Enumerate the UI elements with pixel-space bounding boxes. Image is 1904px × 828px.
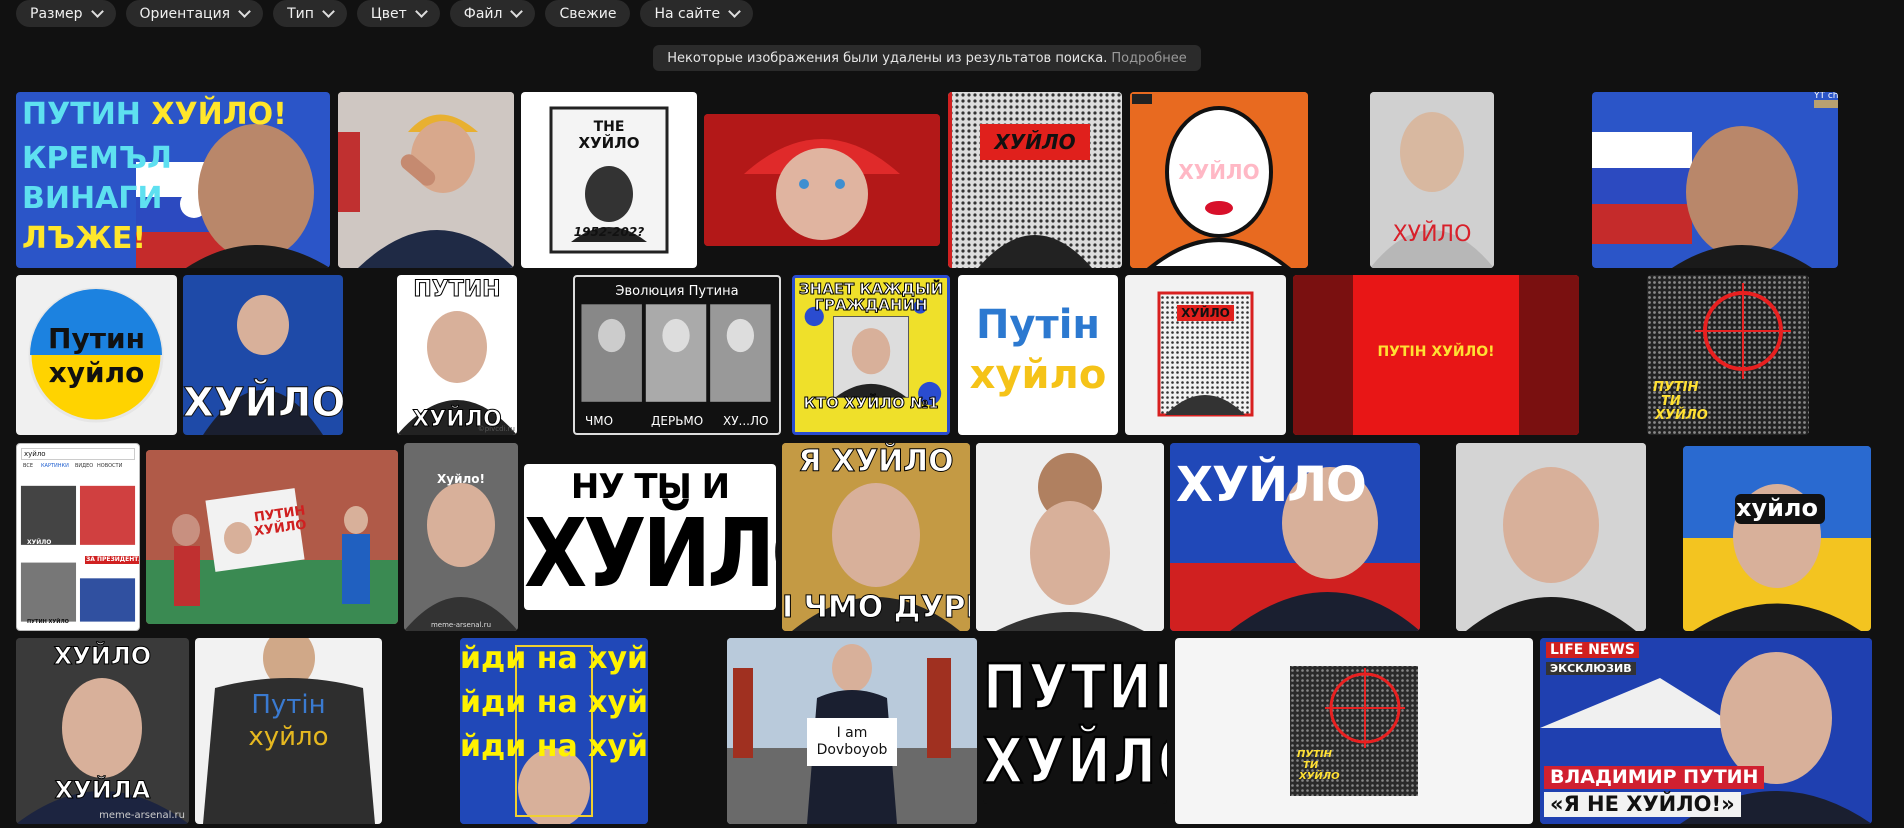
- filter-orientation[interactable]: Ориентация: [125, 0, 264, 27]
- image-thumbnail: [948, 92, 1122, 268]
- image-result[interactable]: THE ХУЙЛО 1952-202?: [521, 92, 697, 268]
- image-result[interactable]: LIFE NEWS ЭКСКЛЮЗИВ ВЛАДИМИР ПУТИН «Я НЕ…: [1540, 638, 1872, 824]
- image-result[interactable]: йди на хуй йди на хуй йди на хуй: [460, 638, 648, 824]
- chevron-down-icon: [90, 5, 104, 18]
- image-result[interactable]: ЗНАЕТ КАЖДЫЙ ГРАЖДАНИН КТО ХУЙЛО №1: [792, 275, 950, 435]
- image-thumbnail: [28, 287, 164, 423]
- image-result[interactable]: ХУЙЛО: [1170, 443, 1420, 631]
- image-result[interactable]: Путін хуйло: [958, 275, 1118, 435]
- image-result[interactable]: [976, 443, 1164, 631]
- image-result[interactable]: НУ ТЫ И ХУЙЛО: [524, 464, 776, 610]
- image-result[interactable]: ХУЙЛО: [183, 275, 343, 435]
- image-result[interactable]: ХУЙЛО: [948, 92, 1122, 268]
- image-thumbnail: [1290, 666, 1418, 796]
- image-result[interactable]: Хуйло! mеmе-arsenal.ru: [404, 443, 518, 631]
- image-thumbnail: [1157, 291, 1254, 417]
- image-result[interactable]: ПУТІН ТИ ХУЙЛО: [1647, 275, 1809, 435]
- filter-file[interactable]: Файл: [449, 0, 536, 27]
- filter-size[interactable]: Размер: [16, 0, 116, 27]
- filter-type[interactable]: Тип: [273, 0, 347, 27]
- image-thumbnail: [1592, 100, 1838, 268]
- image-result[interactable]: YT channel: [1592, 92, 1838, 268]
- image-result[interactable]: Путін хуйло: [195, 638, 382, 824]
- image-result[interactable]: ПУТИН ХУЙЛО! КРЕМЪЛ ВИНАГИ ЛЪЖЕ!: [16, 92, 330, 268]
- image-result[interactable]: Путин хуйло: [16, 275, 177, 435]
- chevron-down-icon: [728, 5, 742, 18]
- notice-more-link[interactable]: Подробнее: [1111, 51, 1186, 66]
- image-result[interactable]: [338, 92, 514, 268]
- image-result[interactable]: ПУТИН ХУЙЛО: [146, 450, 398, 624]
- image-thumbnail: [1683, 446, 1871, 631]
- image-result[interactable]: ХУЙЛО: [1130, 92, 1308, 268]
- image-result[interactable]: ПУТИН ХУЙЛО ©pivcdi.ru: [397, 275, 517, 435]
- filter-color[interactable]: Цвет: [356, 0, 440, 27]
- image-result[interactable]: хуйло: [1683, 446, 1871, 631]
- image-thumbnail: [704, 114, 940, 246]
- image-result[interactable]: [704, 114, 940, 246]
- notice-text: Некоторые изображения были удалены из ре…: [667, 50, 1108, 66]
- image-thumbnail: [581, 304, 771, 402]
- image-thumbnail: [976, 443, 1164, 631]
- image-result[interactable]: ПУТИН ХУЙЛО: [983, 660, 1167, 804]
- filter-on-site[interactable]: На сайте: [640, 0, 754, 27]
- image-thumbnail: [1456, 443, 1646, 631]
- image-thumbnail: [20, 485, 136, 622]
- image-result[interactable]: ПУТІН ХУЙЛО!: [1293, 275, 1579, 435]
- image-result[interactable]: ХУЙЛО: [1125, 275, 1286, 435]
- chevron-down-icon: [510, 5, 524, 18]
- image-result[interactable]: [1456, 443, 1646, 631]
- image-thumbnail: [338, 92, 514, 268]
- image-result[interactable]: I am Dovboyob: [727, 638, 977, 824]
- chevron-down-icon: [414, 5, 428, 18]
- image-result[interactable]: хуйло ВСЕ КАРТИНКИ ВИДЕО НОВОСТИ ХУЙЛО З…: [16, 443, 140, 631]
- removed-results-notice: Некоторые изображения были удалены из ре…: [653, 45, 1201, 71]
- filter-fresh[interactable]: Свежие: [545, 0, 631, 27]
- image-result[interactable]: ПУТІН ТИ ХУЙЛО: [1175, 638, 1533, 824]
- chevron-down-icon: [238, 5, 251, 18]
- image-result[interactable]: Эволюция Путина ЧМО ДЕРЬМО ХУ...ЛО: [573, 275, 781, 435]
- image-result[interactable]: ХУЙЛО: [1370, 92, 1494, 268]
- chevron-down-icon: [322, 5, 335, 18]
- image-result[interactable]: ХУЙЛО ХУЙЛА meme-arsenal.ru: [16, 638, 189, 824]
- filter-bar: Размер Ориентация Тип Цвет Файл Свежие Н…: [16, 0, 754, 27]
- image-result[interactable]: Я ХУЙЛО І ЧМО ДУРНЕ: [782, 443, 970, 631]
